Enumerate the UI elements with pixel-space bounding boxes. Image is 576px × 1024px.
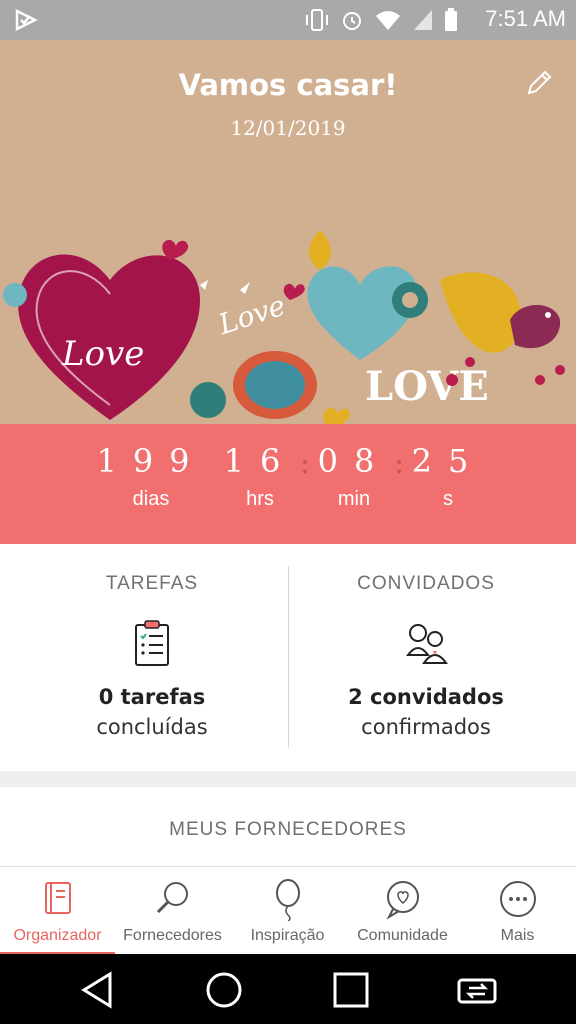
- page-title: Vamos casar!: [178, 68, 398, 102]
- couple-icon: [406, 624, 448, 664]
- tasks-heading: TAREFAS: [105, 573, 199, 594]
- notebook-icon: [45, 882, 71, 914]
- love-text-2: Love: [214, 289, 290, 342]
- countdown-panel: 199 dias 16 hrs : 08 min : 25 s: [0, 424, 576, 544]
- love-text-3: LOVE: [365, 363, 489, 410]
- tasks-card[interactable]: TAREFAS 0 tarefas concluídas: [8, 573, 296, 739]
- balloon-icon: [276, 879, 300, 921]
- tab-label-organizador: Organizador: [13, 927, 102, 944]
- guests-heading: CONVIDADOS: [357, 573, 495, 594]
- hero-banner: Vamos casar! 12/01/2019 Love Love LOVE: [0, 40, 576, 424]
- love-text: Love: [61, 334, 144, 374]
- guests-sub: confirmados: [361, 715, 491, 739]
- wedding-date: 12/01/2019: [230, 116, 346, 140]
- system-nav-bar: [0, 954, 576, 1024]
- hours-value: 16: [223, 442, 297, 480]
- countdown-days: 199 dias: [96, 442, 206, 511]
- countdown-minutes: 08 min: [316, 442, 392, 511]
- tab-organizador[interactable]: Organizador: [0, 867, 115, 955]
- clock: 7:51 AM: [485, 6, 566, 31]
- tab-inspiracao[interactable]: Inspiração: [230, 867, 345, 955]
- countdown-seconds: 25 s: [410, 442, 486, 511]
- seconds-label: s: [443, 488, 453, 510]
- rotate-icon[interactable]: [455, 968, 499, 1012]
- chat-heart-icon: [386, 881, 419, 920]
- battery-icon: [445, 8, 457, 31]
- tab-comunidade[interactable]: Comunidade: [345, 867, 460, 955]
- recents-icon[interactable]: [329, 968, 373, 1012]
- bottom-tab-bar: Organizador Fornecedores Inspiração Comu…: [0, 866, 576, 955]
- days-label: dias: [132, 488, 170, 510]
- separator-1: :: [300, 446, 311, 481]
- hours-label: hrs: [246, 488, 274, 510]
- separator-2: :: [394, 446, 405, 481]
- home-icon[interactable]: [202, 968, 246, 1012]
- guests-card[interactable]: CONVIDADOS 2 convidados confirmados: [282, 573, 570, 739]
- days-value: 199: [96, 442, 206, 480]
- tab-label-fornecedores: Fornecedores: [123, 927, 222, 944]
- stats-divider: [288, 566, 289, 748]
- tasks-count: 0 tarefas: [98, 685, 206, 709]
- minutes-value: 08: [317, 442, 391, 480]
- section-gap: [0, 771, 576, 787]
- wifi-icon: [376, 11, 400, 30]
- countdown-hours: 16 hrs: [222, 442, 298, 511]
- alarm-icon: [343, 12, 361, 30]
- suppliers-heading: MEUS FORNECEDORES: [169, 819, 407, 840]
- back-icon[interactable]: [76, 968, 120, 1012]
- status-bar: 7:51 AM: [0, 0, 576, 40]
- tasks-sub: concluídas: [96, 715, 208, 739]
- signal-icon: [414, 10, 432, 30]
- tab-label-comunidade: Comunidade: [357, 927, 448, 944]
- minutes-label: min: [337, 488, 371, 510]
- app-logo-icon: [15, 8, 38, 32]
- tab-fornecedores[interactable]: Fornecedores: [115, 867, 230, 955]
- guests-count: 2 convidados: [348, 685, 504, 709]
- love-illustration: Love Love LOVE: [3, 230, 565, 424]
- pencil-icon[interactable]: [524, 68, 554, 98]
- seconds-value: 25: [411, 442, 485, 480]
- magnifier-icon: [156, 882, 188, 914]
- more-dots-icon: [500, 881, 536, 917]
- status-icons: [304, 8, 458, 32]
- tab-label-inspiracao: Inspiração: [250, 927, 325, 944]
- clipboard-checklist-icon: [135, 620, 169, 666]
- tab-label-mais: Mais: [500, 927, 535, 944]
- vibrate-icon: [306, 9, 328, 31]
- suppliers-section: MEUS FORNECEDORES: [0, 787, 576, 867]
- tab-mais[interactable]: Mais: [460, 867, 575, 955]
